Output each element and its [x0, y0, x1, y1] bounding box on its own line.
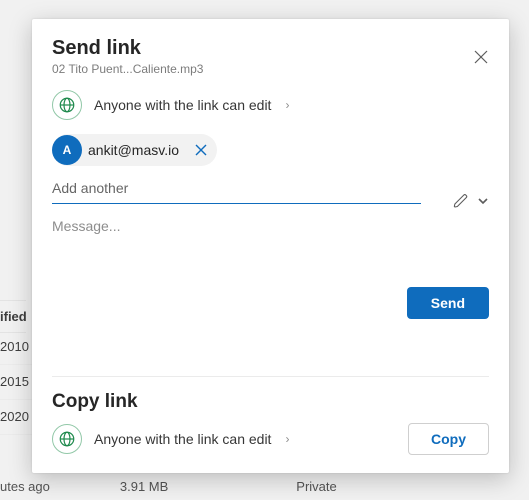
copy-button[interactable]: Copy [408, 423, 489, 455]
chevron-right-icon: › [285, 432, 289, 446]
add-recipient-row[interactable] [52, 176, 421, 204]
copy-permission-row[interactable]: Anyone with the link can edit › Copy [52, 423, 489, 455]
chevron-down-icon [477, 195, 489, 207]
add-recipient-input[interactable] [52, 180, 421, 196]
chevron-right-icon: › [285, 98, 289, 112]
link-permission-row[interactable]: Anyone with the link can edit › [52, 90, 489, 120]
pencil-icon [453, 193, 469, 209]
message-input[interactable] [52, 218, 489, 234]
dialog-subtitle: 02 Tito Puent...Caliente.mp3 [52, 62, 489, 76]
recipient-email: ankit@masv.io [88, 142, 179, 158]
dialog-title: Send link [52, 37, 489, 60]
edit-permission-controls[interactable] [453, 193, 489, 209]
remove-recipient-icon[interactable] [195, 144, 207, 156]
permission-text: Anyone with the link can edit [94, 97, 271, 113]
copy-link-title: Copy link [52, 391, 489, 413]
globe-icon [52, 424, 82, 454]
recipient-chip[interactable]: A ankit@masv.io [52, 134, 217, 166]
globe-icon [52, 90, 82, 120]
avatar: A [52, 135, 82, 165]
copy-permission-text: Anyone with the link can edit [94, 431, 271, 447]
close-icon[interactable] [473, 49, 489, 65]
share-dialog: Send link 02 Tito Puent...Caliente.mp3 A… [32, 19, 509, 473]
bg-footer: utes ago 3.91 MB Private [0, 479, 337, 494]
send-button[interactable]: Send [407, 287, 489, 319]
